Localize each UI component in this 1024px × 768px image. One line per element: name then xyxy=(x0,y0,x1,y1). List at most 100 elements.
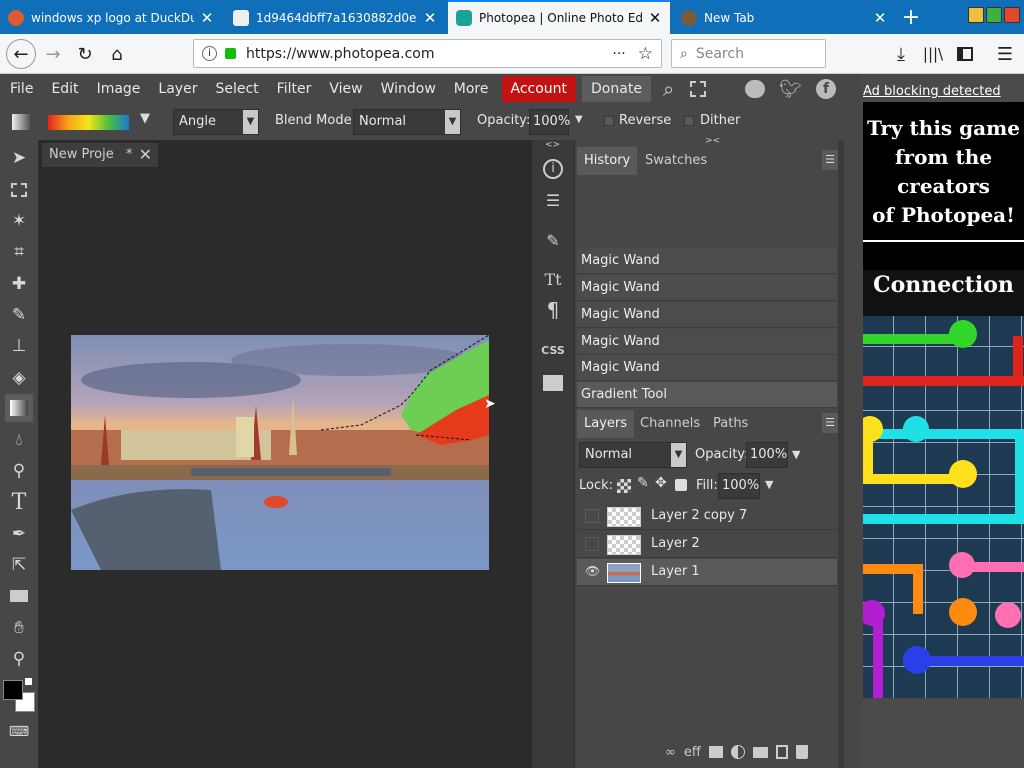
canvas-image[interactable] xyxy=(71,335,489,570)
fill-input[interactable]: 100% xyxy=(718,473,760,499)
expand-panels-icon[interactable]: <> xyxy=(545,140,560,150)
gradient-type-select[interactable]: Angle ▼ xyxy=(173,109,259,135)
donate-button[interactable]: Donate xyxy=(582,76,651,102)
document-tab[interactable]: New Proje * ✕ xyxy=(42,143,158,167)
reddit-icon[interactable] xyxy=(745,80,766,98)
url-text[interactable]: https://www.photopea.com xyxy=(246,46,612,62)
menu-button[interactable]: ☰ xyxy=(990,39,1020,69)
healing-tool[interactable]: ✚ xyxy=(5,270,33,298)
menu-image[interactable]: Image xyxy=(88,76,150,102)
blur-tool[interactable]: 💧︎ xyxy=(5,426,33,454)
foreground-color-swatch[interactable] xyxy=(3,680,23,700)
trash-icon[interactable] xyxy=(795,745,808,759)
game-ad[interactable]: Try this game from the creators of Photo… xyxy=(863,102,1024,698)
pen-tool[interactable]: ✒ xyxy=(5,520,33,548)
shape-tool[interactable] xyxy=(5,582,33,610)
close-icon[interactable]: ✕ xyxy=(423,9,437,27)
account-button[interactable]: Account xyxy=(501,76,577,102)
library-button[interactable]: |||\ xyxy=(918,39,948,69)
close-icon[interactable]: ✕ xyxy=(648,9,662,27)
brush-tool[interactable]: ✎ xyxy=(5,301,33,329)
page-actions-icon[interactable]: ··· xyxy=(612,46,625,62)
lock-all-icon[interactable] xyxy=(675,479,687,491)
fill-dropdown-icon[interactable]: ▼ xyxy=(765,478,773,491)
menu-edit[interactable]: Edit xyxy=(42,76,87,102)
lock-move-icon[interactable]: ✥ xyxy=(655,475,667,491)
menu-layer[interactable]: Layer xyxy=(149,76,206,102)
history-entry[interactable]: Magic Wand xyxy=(577,329,837,355)
back-button[interactable]: ← xyxy=(6,39,36,69)
fullscreen-icon[interactable] xyxy=(690,81,707,97)
new-layer-icon[interactable] xyxy=(775,745,788,759)
menu-select[interactable]: Select xyxy=(206,76,267,102)
visibility-toggle[interactable] xyxy=(585,509,599,523)
browser-tab-duckduckgo[interactable]: windows xp logo at DuckDuc ✕ xyxy=(0,2,222,33)
bookmark-star-icon[interactable]: ☆ xyxy=(638,44,653,64)
history-entry[interactable]: Magic Wand xyxy=(577,248,837,274)
history-entry[interactable]: Magic Wand xyxy=(577,302,837,328)
lock-transparency-icon[interactable] xyxy=(617,479,631,493)
panel-scrollbar[interactable] xyxy=(838,140,844,768)
paragraph-panel-button[interactable]: ¶ xyxy=(536,295,570,325)
document-canvas[interactable] xyxy=(71,335,489,570)
marquee-tool[interactable] xyxy=(5,176,33,204)
blend-mode-select[interactable]: Normal ▼ xyxy=(353,109,461,135)
layer-blend-mode-select[interactable]: Normal ▼ xyxy=(579,442,687,468)
close-icon[interactable]: ✕ xyxy=(139,143,152,167)
tab-layers[interactable]: Layers xyxy=(577,410,635,438)
eraser-tool[interactable]: ◈ xyxy=(5,364,33,392)
dither-checkbox[interactable] xyxy=(684,116,694,126)
lock-brush-icon[interactable]: ✎ xyxy=(637,475,649,491)
swap-colors-icon[interactable] xyxy=(25,678,32,685)
move-tool[interactable]: ➤ xyxy=(5,144,33,172)
color-swatches[interactable] xyxy=(3,678,37,714)
panel-menu-icon[interactable]: ☰ xyxy=(822,413,838,433)
tab-swatches[interactable]: Swatches xyxy=(638,147,714,175)
opacity-dropdown-icon[interactable]: ▼ xyxy=(575,114,583,125)
ad-blocking-link[interactable]: Ad blocking detected xyxy=(863,84,1001,99)
magic-wand-tool[interactable]: ✶ xyxy=(5,207,33,235)
tab-paths[interactable]: Paths xyxy=(706,410,755,438)
facebook-icon[interactable]: f xyxy=(816,79,836,99)
reload-button[interactable]: ↻ xyxy=(70,39,100,69)
close-icon[interactable]: ✕ xyxy=(200,9,214,27)
adjustments-panel-button[interactable]: ☰ xyxy=(536,185,570,215)
info-icon[interactable]: i xyxy=(202,46,217,61)
zoom-tool[interactable]: ⚲ xyxy=(5,645,33,673)
menu-filter[interactable]: Filter xyxy=(268,76,321,102)
sidebar-button[interactable] xyxy=(950,39,980,69)
crop-tool[interactable]: ⌗ xyxy=(5,238,33,266)
brush-panel-button[interactable]: ✎ xyxy=(536,225,570,255)
history-entry[interactable]: Magic Wand xyxy=(577,275,837,301)
close-icon[interactable]: ✕ xyxy=(873,9,887,27)
reverse-checkbox[interactable] xyxy=(604,116,614,126)
clone-stamp-tool[interactable]: ⊥ xyxy=(5,332,33,360)
home-button[interactable]: ⌂ xyxy=(102,39,132,69)
quick-mask-button[interactable]: ⌨ xyxy=(5,718,33,746)
search-input[interactable]: ⌕ Search xyxy=(671,39,826,68)
info-panel-button[interactable]: i xyxy=(536,154,570,184)
eye-icon[interactable]: 👁︎ xyxy=(585,565,600,579)
downloads-button[interactable]: ⤓ xyxy=(886,39,916,69)
menu-window[interactable]: Window xyxy=(372,76,445,102)
url-bar[interactable]: i https://www.photopea.com ··· ☆ xyxy=(193,39,662,68)
search-icon[interactable]: ⌕ xyxy=(663,77,674,101)
close-window-button[interactable] xyxy=(1004,7,1020,23)
layer-mask-icon[interactable] xyxy=(708,746,723,758)
opacity-dropdown-icon[interactable]: ▼ xyxy=(792,448,800,461)
css-panel-button[interactable]: CSS xyxy=(536,335,570,365)
new-tab-button[interactable]: + xyxy=(897,2,925,33)
collapse-panels-icon[interactable]: >< xyxy=(705,136,720,146)
layer-row[interactable]: Layer 2 copy 7 xyxy=(577,503,837,530)
maximize-button[interactable] xyxy=(986,7,1002,23)
gradient-preview[interactable] xyxy=(48,115,129,130)
gradient-tool[interactable] xyxy=(5,394,33,422)
dodge-tool[interactable]: ⚲ xyxy=(5,457,33,485)
visibility-toggle[interactable] xyxy=(585,537,599,551)
browser-tab-archive[interactable]: 1d9464dbff7a1630882d0e20 ✕ xyxy=(225,2,445,33)
history-entry[interactable]: Magic Wand xyxy=(577,355,837,381)
type-tool[interactable]: T xyxy=(5,488,33,516)
path-select-tool[interactable]: ⇱ xyxy=(5,551,33,579)
minimize-button[interactable] xyxy=(968,7,984,23)
ad-game-preview[interactable]: Connection xyxy=(863,270,1024,698)
